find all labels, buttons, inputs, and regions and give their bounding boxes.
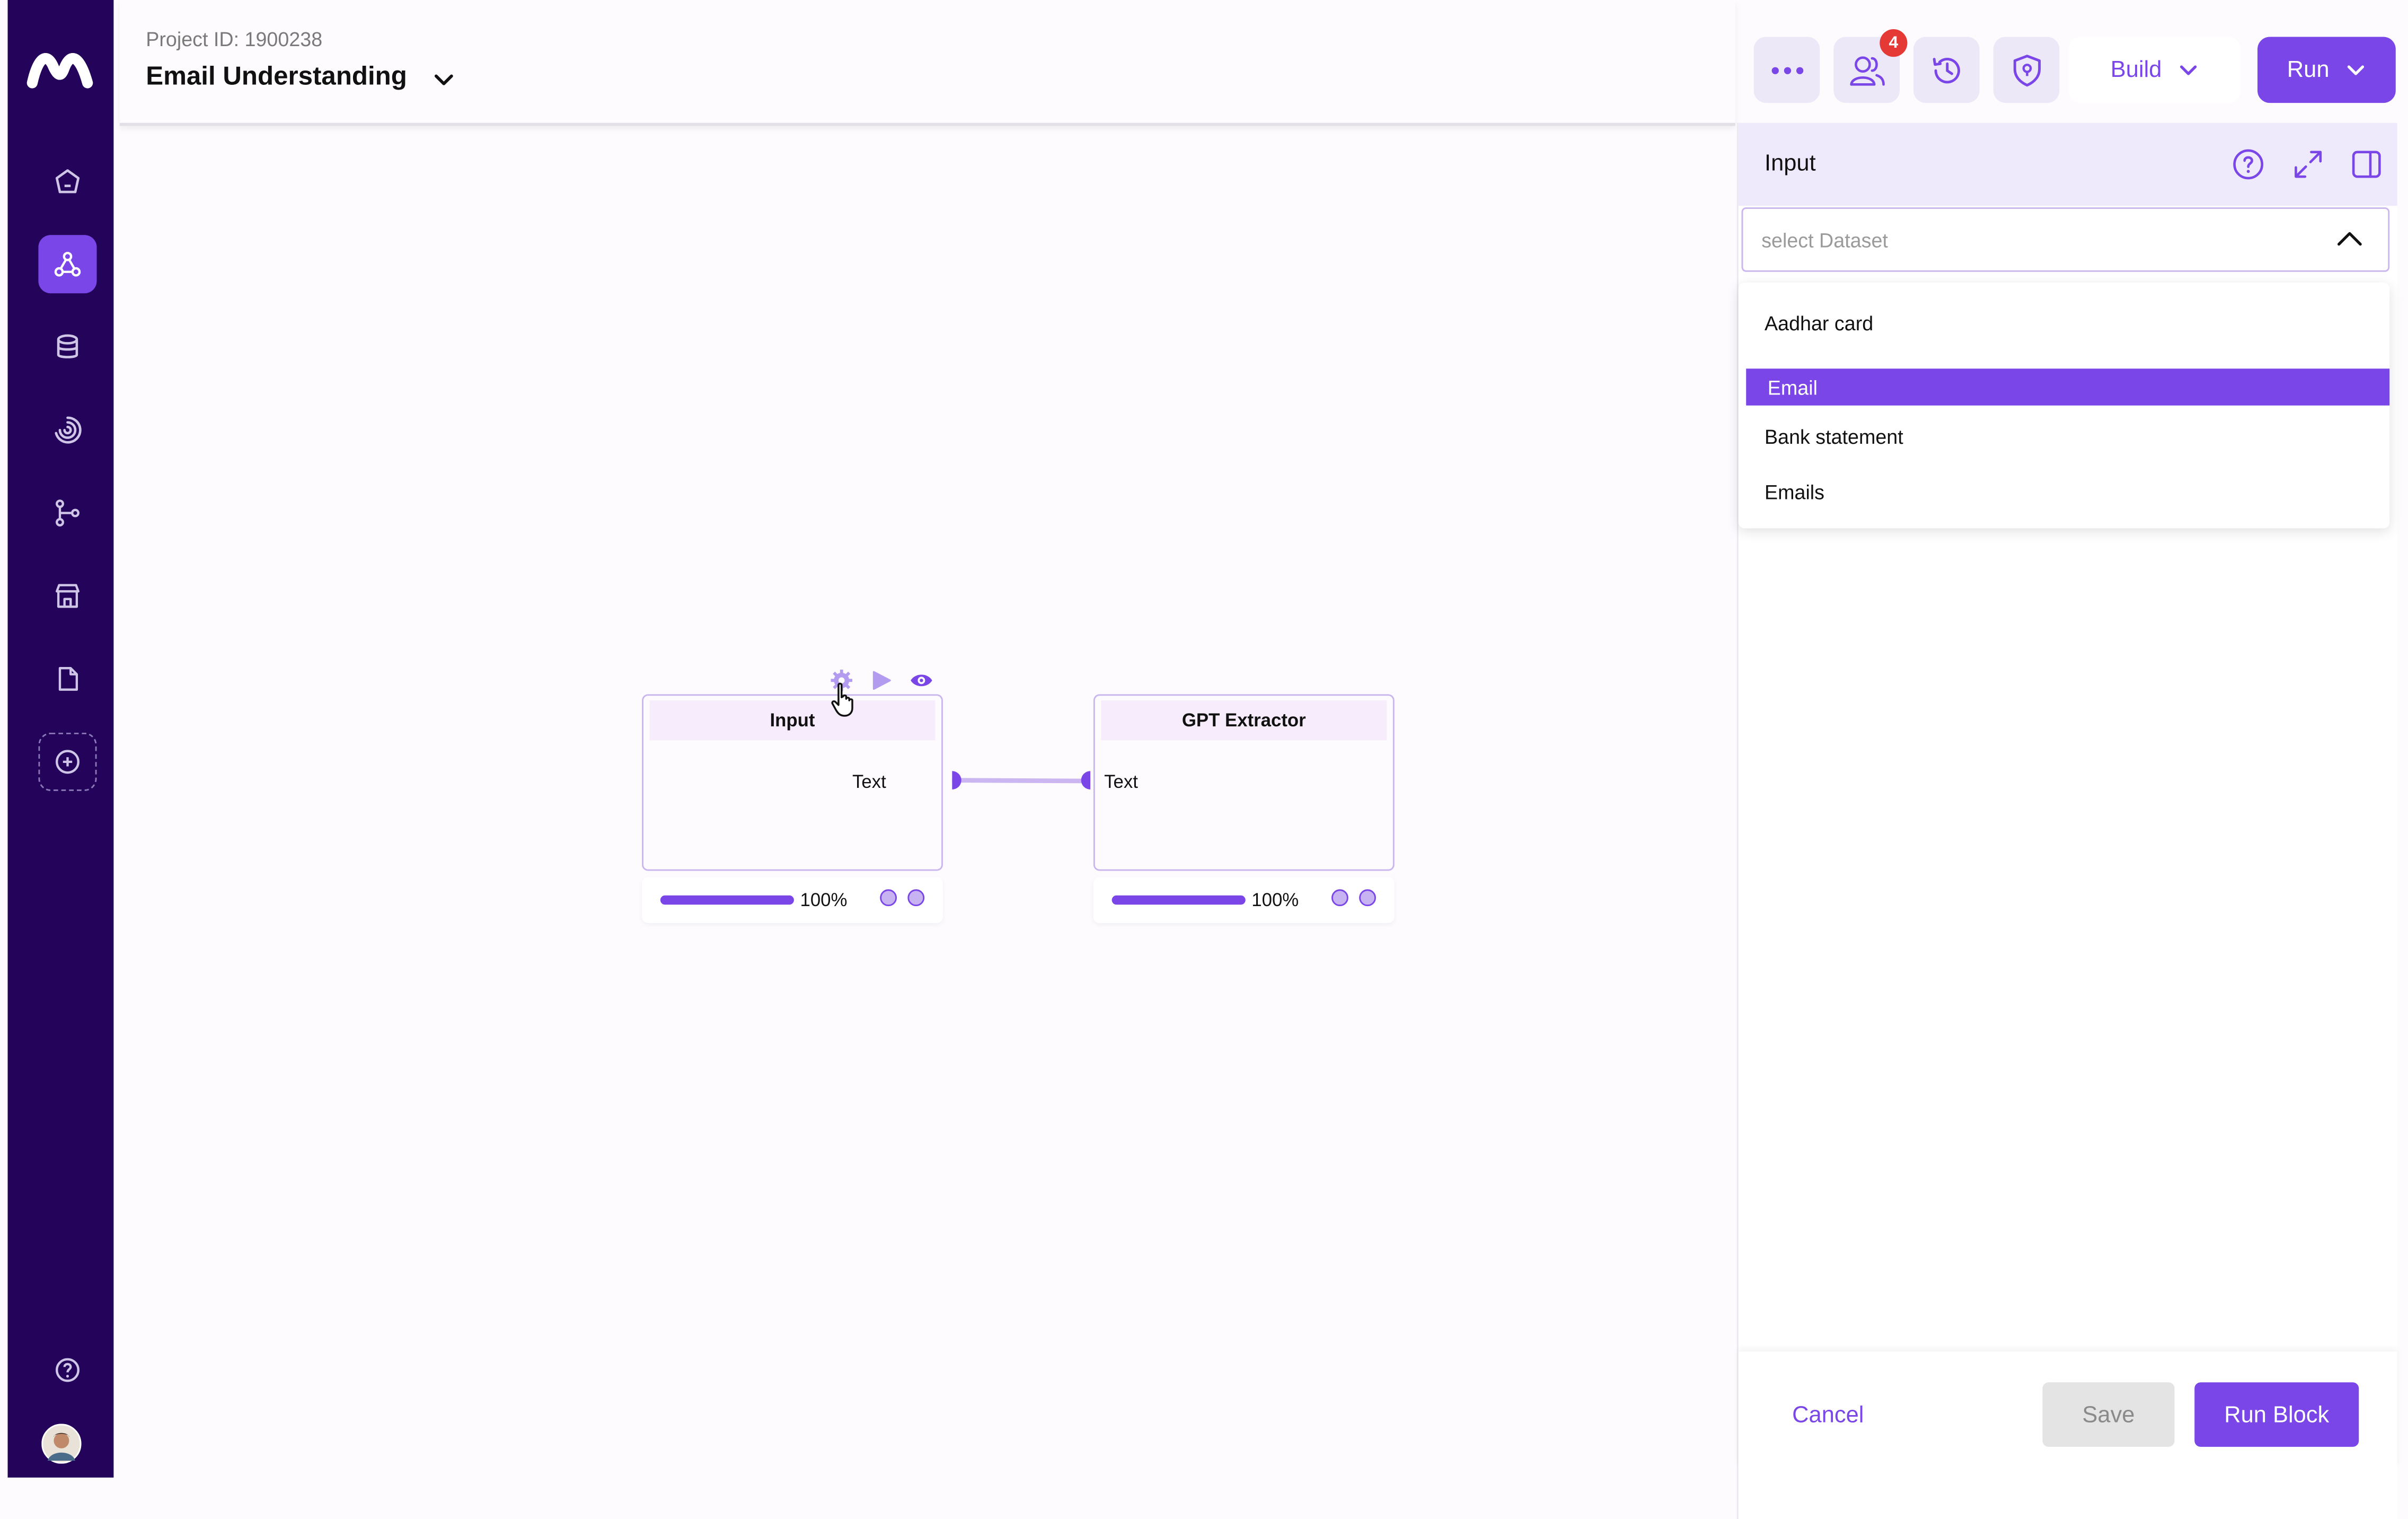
help-icon[interactable] xyxy=(38,1341,96,1399)
nav-add-icon[interactable] xyxy=(38,732,97,791)
users-icon xyxy=(1848,53,1885,87)
input-node[interactable]: Input Text xyxy=(642,694,943,871)
nav-spiral-icon[interactable] xyxy=(38,401,96,459)
input-port-label: Text xyxy=(1104,771,1138,793)
sidebar-panel-icon[interactable] xyxy=(2350,147,2384,181)
logo[interactable] xyxy=(26,46,96,89)
progress-label: 100% xyxy=(1251,889,1299,911)
cancel-button[interactable]: Cancel xyxy=(1792,1402,1864,1428)
project-id: Project ID: 1900238 xyxy=(146,28,323,51)
status-dot xyxy=(1331,889,1348,907)
panel-footer: Cancel Save Run Block xyxy=(1738,1351,2397,1469)
nav-database-icon[interactable] xyxy=(38,318,96,376)
help-circle-icon[interactable] xyxy=(2231,147,2265,181)
chevron-down-icon xyxy=(2177,59,2199,81)
nav-branch-icon[interactable] xyxy=(38,484,96,542)
dropdown-option[interactable]: Aadhar card xyxy=(1746,304,2389,341)
edge-connector xyxy=(952,771,1091,790)
save-button[interactable]: Save xyxy=(2042,1382,2175,1447)
dropdown-option-selected[interactable]: Email xyxy=(1746,368,2390,406)
run-label: Run xyxy=(2287,57,2330,83)
history-button[interactable] xyxy=(1913,37,1980,103)
input-node-status: 100% xyxy=(642,877,943,924)
chevron-down-icon[interactable] xyxy=(431,67,456,92)
status-dot xyxy=(1359,889,1376,907)
run-block-button[interactable]: Run Block xyxy=(2194,1382,2359,1447)
progress-label: 100% xyxy=(800,889,848,911)
output-port-label: Text xyxy=(852,771,886,793)
avatar[interactable] xyxy=(41,1424,82,1464)
top-header: Project ID: 1900238 Email Understanding xyxy=(119,0,1735,126)
status-dot xyxy=(907,889,925,907)
cursor-icon xyxy=(830,682,860,719)
progress-bar xyxy=(660,895,794,905)
nav-store-icon[interactable] xyxy=(38,567,96,625)
progress-bar xyxy=(1112,895,1246,905)
chevron-up-icon[interactable] xyxy=(2336,227,2363,252)
shield-icon xyxy=(2011,53,2042,87)
gpt-extractor-node[interactable]: GPT Extractor Text xyxy=(1093,694,1395,871)
nav-home-icon[interactable] xyxy=(38,152,96,210)
history-icon xyxy=(1929,53,1963,87)
node-play-icon[interactable] xyxy=(871,670,893,691)
status-dot xyxy=(880,889,897,907)
node-title: GPT Extractor xyxy=(1101,700,1387,741)
chevron-down-icon xyxy=(2344,59,2366,81)
progress-fill xyxy=(1112,895,1246,905)
progress-fill xyxy=(660,895,794,905)
dataset-select[interactable]: select Dataset xyxy=(1741,207,2390,272)
notification-badge: 4 xyxy=(1880,29,1908,57)
build-label: Build xyxy=(2110,57,2162,83)
dataset-dropdown-menu: Aadhar card Email Bank statement Emails xyxy=(1738,283,2390,529)
dropdown-option[interactable]: Emails xyxy=(1746,473,2389,510)
gpt-extractor-node-status: 100% xyxy=(1093,877,1395,924)
more-dots-icon xyxy=(1770,65,1804,74)
dataset-select-placeholder: select Dataset xyxy=(1761,229,1888,252)
node-title: Input xyxy=(649,700,936,741)
node-preview-eye-icon[interactable] xyxy=(909,671,933,690)
panel-header: Input xyxy=(1738,122,2397,206)
nav-workflow-icon[interactable] xyxy=(38,235,97,294)
run-dropdown-button[interactable]: Run xyxy=(2257,37,2396,103)
build-dropdown-button[interactable]: Build xyxy=(2068,37,2241,103)
panel-title: Input xyxy=(1764,150,1816,177)
nav-file-icon[interactable] xyxy=(38,649,96,708)
sidebar xyxy=(7,0,114,1478)
project-title[interactable]: Email Understanding xyxy=(146,62,407,92)
block-config-panel: Input select Dataset Aadhar card Email B… xyxy=(1736,122,2397,1519)
expand-icon[interactable] xyxy=(2291,147,2325,181)
dropdown-option[interactable]: Bank statement xyxy=(1746,418,2389,455)
security-button[interactable] xyxy=(1993,37,2060,103)
more-options-button[interactable] xyxy=(1753,37,1820,103)
